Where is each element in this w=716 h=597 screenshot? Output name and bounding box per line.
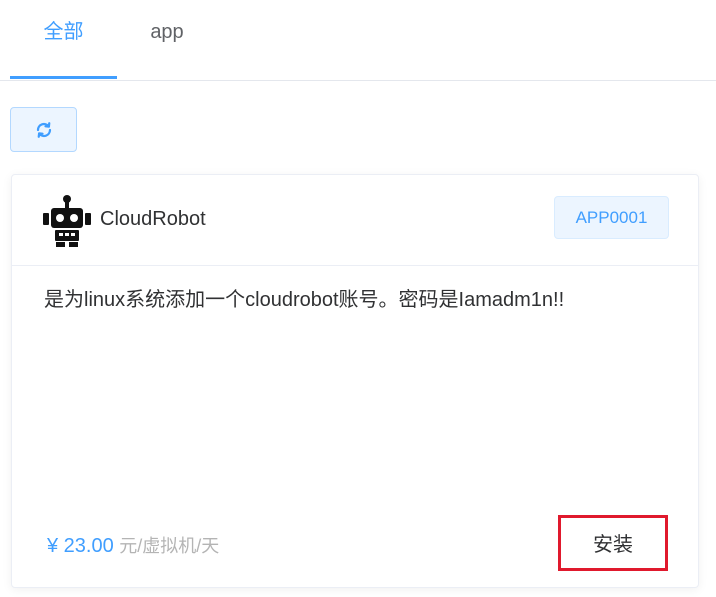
price-unit: 元/虚拟机/天 xyxy=(119,536,220,556)
app-name: CloudRobot xyxy=(100,208,206,230)
active-tab-indicator xyxy=(10,76,117,79)
app-code-badge: APP0001 xyxy=(554,196,669,239)
app-description: 是为linux系统添加一个cloudrobot账号。密码是Iamadm1n!! xyxy=(44,289,565,311)
price-amount: ¥ 23.00 xyxy=(47,535,114,557)
price: ¥ 23.00 元/虚拟机/天 xyxy=(47,532,219,560)
refresh-button[interactable] xyxy=(10,107,77,152)
tab-all[interactable]: 全部 xyxy=(10,0,117,78)
app-card: CloudRobot APP0001 是为linux系统添加一个cloudrob… xyxy=(11,174,699,588)
robot-icon xyxy=(43,195,91,247)
tab-app[interactable]: app xyxy=(117,0,217,78)
card-header: CloudRobot APP0001 xyxy=(12,175,698,266)
refresh-icon xyxy=(36,121,51,138)
install-button[interactable]: 安装 xyxy=(558,515,668,571)
tab-bar: 全部 app xyxy=(0,0,716,81)
